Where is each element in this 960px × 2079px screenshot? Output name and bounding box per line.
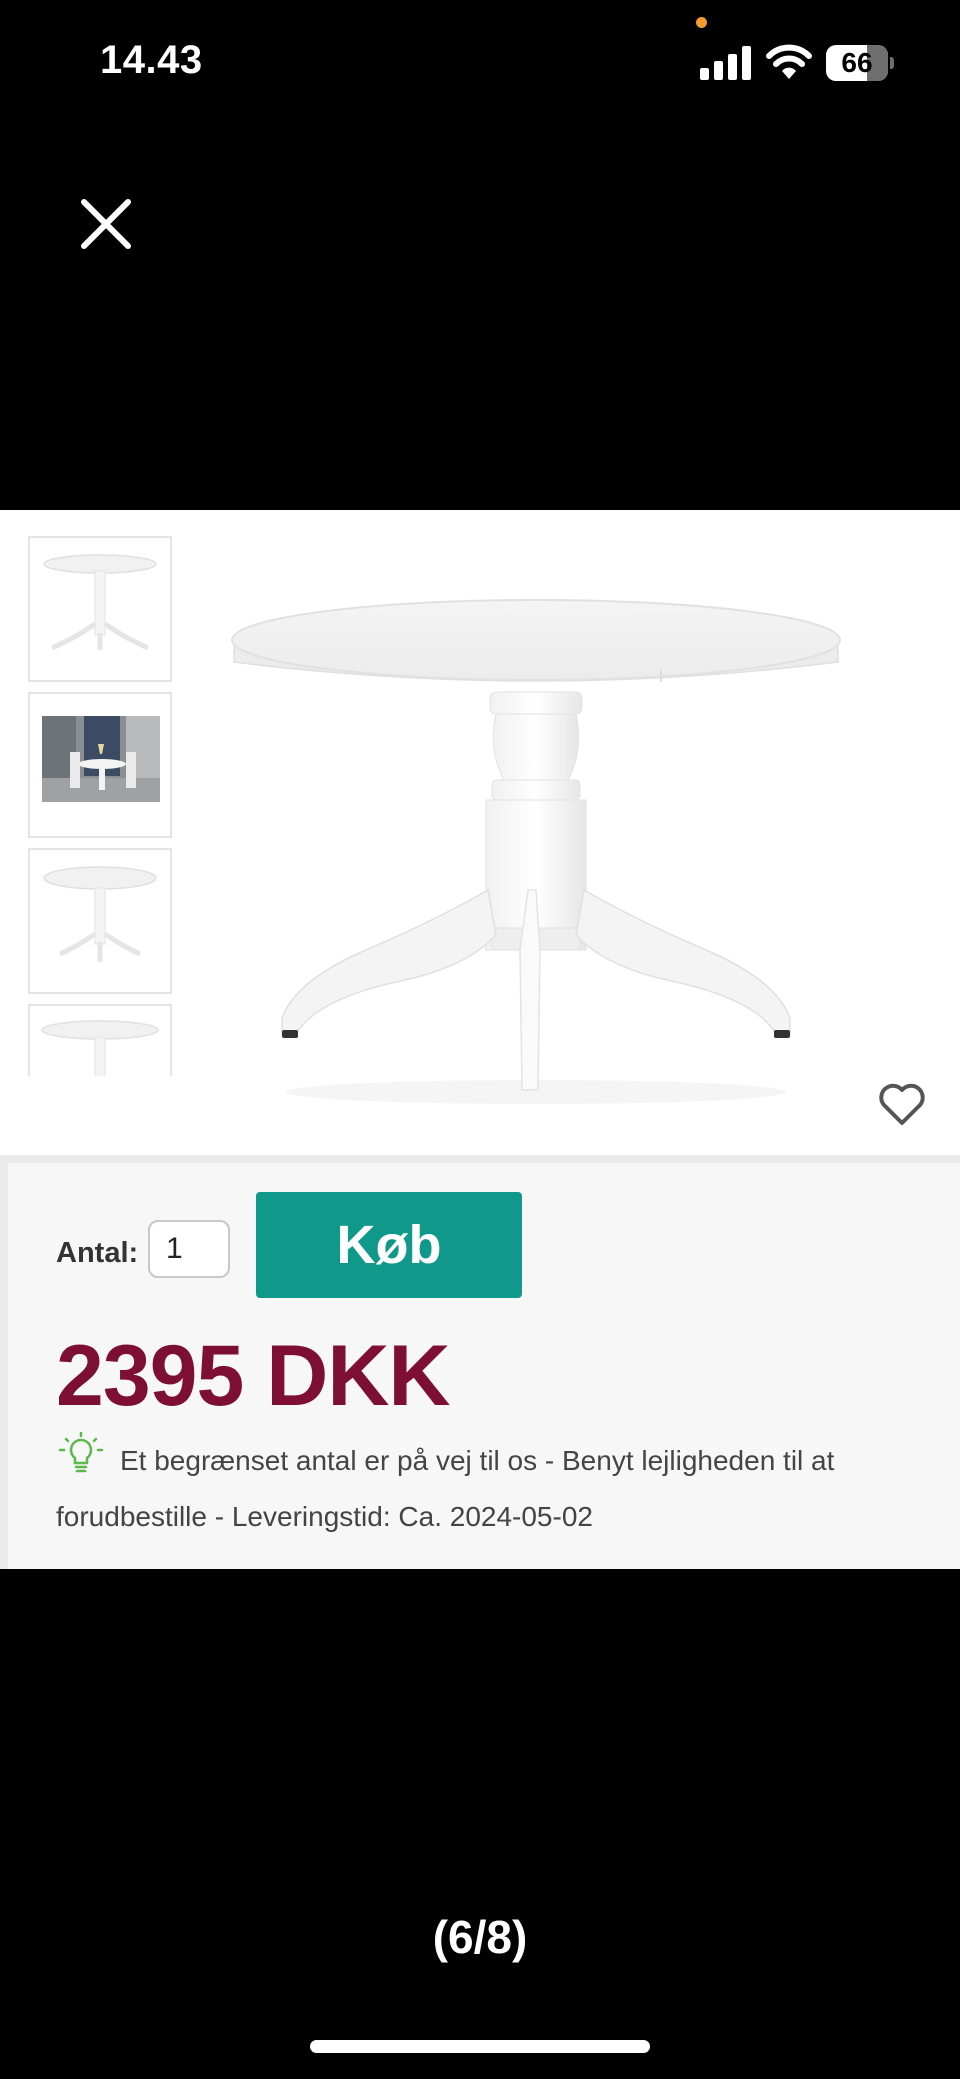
round-table-alt-thumbnail[interactable] [28,848,172,994]
close-icon[interactable] [78,196,134,252]
heart-icon[interactable] [876,1080,928,1128]
home-indicator[interactable] [310,2040,650,2053]
divider [0,1155,960,1163]
purchase-panel: Antal: Køb 2395 DKK Et begrænset antal e… [0,1163,960,1569]
price: 2395 DKK [56,1328,451,1424]
microphone-indicator-dot [696,17,707,28]
product-image [231,599,841,1104]
buy-button[interactable]: Køb [256,1192,522,1298]
status-time: 14.43 [100,38,203,82]
thumbnail-strip[interactable] [28,536,176,1076]
round-table-thumbnail[interactable] [28,536,172,682]
delivery-info: Et begrænset antal er på vej til os - Be… [56,1445,835,1532]
dining-room-thumbnail[interactable] [28,692,172,838]
wifi-icon [766,44,812,79]
battery-icon: 66 [826,45,894,81]
quantity-input[interactable] [148,1220,230,1278]
round-table-partial-thumbnail[interactable] [28,1004,172,1076]
quantity-label: Antal: [56,1237,139,1269]
battery-level: 66 [841,47,873,78]
signal-icon [700,46,751,80]
image-counter: (6/8) [432,1911,528,1963]
product-screenshot: Antal: Køb 2395 DKK Et begrænset antal e… [0,510,960,1569]
